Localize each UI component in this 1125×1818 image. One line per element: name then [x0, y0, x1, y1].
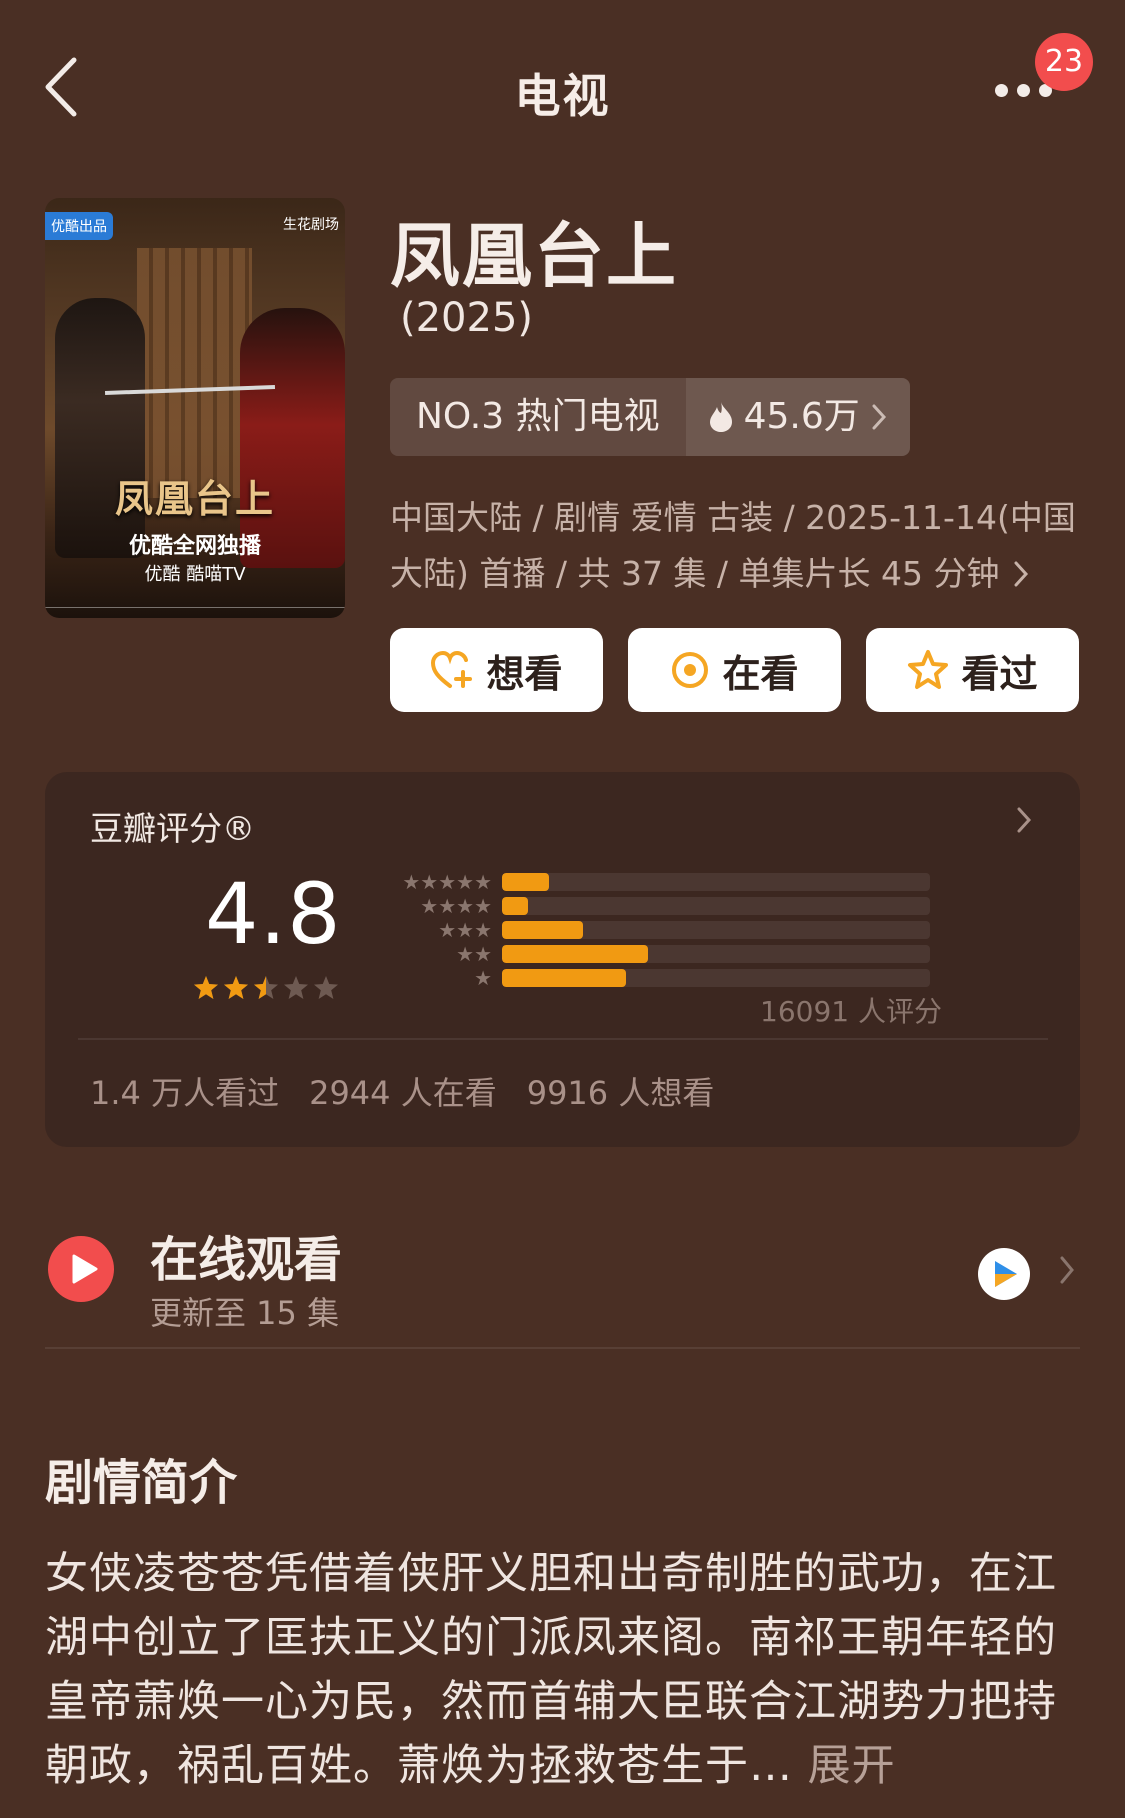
want-button[interactable]: 想看	[390, 628, 603, 712]
star-level-5: ★★★★★	[402, 870, 492, 894]
meta-line-1: 中国大陆 / 剧情 爱情 古装 / 2025-11-14(中国	[390, 498, 1076, 537]
chevron-right-icon	[1014, 561, 1028, 587]
heart-plus-icon	[431, 650, 473, 688]
star-level-3: ★★★	[438, 918, 492, 942]
rating-star-icon	[254, 976, 278, 999]
show-title: 凤凰台上	[390, 215, 678, 297]
rating-bar-4	[502, 897, 930, 915]
heat-indicator: 45.6万	[685, 378, 910, 456]
rating-bar-2	[502, 945, 930, 963]
expand-link[interactable]: 展开	[808, 1741, 896, 1791]
watching-button[interactable]: 在看	[628, 628, 841, 712]
poster-tag: 优酷出品	[45, 212, 113, 240]
rating-bar-fill	[502, 873, 550, 891]
chevron-right-icon	[1017, 807, 1032, 833]
star-level-labels: ★★★★★ ★★★★ ★★★ ★★ ★	[380, 870, 492, 990]
rating-star-icon	[224, 976, 248, 999]
synopsis-heading: 剧情简介	[45, 1455, 238, 1511]
poster-brand: 生花剧场	[283, 217, 339, 233]
watched-label: 看过	[961, 651, 1038, 696]
watching-label: 在看	[722, 651, 799, 696]
poster-door-art	[137, 248, 252, 498]
chevron-right-icon	[1060, 1256, 1074, 1284]
stat-watching: 2944 人在看	[309, 1074, 497, 1112]
star-level-1: ★	[474, 966, 492, 990]
target-icon	[672, 652, 709, 688]
youku-icon[interactable]	[978, 1248, 1030, 1300]
poster-footer-line	[45, 607, 345, 608]
page-title: 电视	[514, 69, 611, 123]
rating-bar-fill	[502, 969, 627, 987]
rating-bar-fill	[502, 897, 528, 915]
rating-distribution	[502, 873, 930, 993]
rating-bar-1	[502, 969, 930, 987]
want-label: 想看	[486, 651, 563, 696]
score-stars	[193, 975, 339, 1001]
play-triangle	[72, 1254, 98, 1284]
stat-watched: 1.4 万人看过	[90, 1074, 280, 1112]
star-level-4: ★★★★	[420, 894, 492, 918]
rating-score: 4.8	[205, 865, 342, 963]
play-icon[interactable]	[48, 1236, 114, 1302]
rating-bar-5	[502, 873, 930, 891]
poster-image[interactable]: 优酷出品 生花剧场 凤凰台上 优酷全网独播 优酷 酷喵TV	[45, 198, 345, 618]
rank-label: NO.3 热门电视	[390, 378, 686, 456]
rating-star-icon	[314, 976, 338, 999]
rating-label: 豆瓣评分®	[90, 809, 255, 848]
rank-pill[interactable]: NO.3 热门电视 45.6万	[390, 378, 910, 456]
online-watch-title[interactable]: 在线观看	[150, 1220, 342, 1290]
rating-bar-fill	[502, 921, 584, 939]
notification-badge: 23	[1035, 33, 1093, 91]
rating-star-icon	[284, 976, 308, 999]
heat-value: 45.6万	[743, 396, 860, 437]
watched-button[interactable]: 看过	[866, 628, 1079, 712]
star-level-2: ★★	[456, 942, 492, 966]
rating-bar-3	[502, 921, 930, 939]
divider	[78, 1038, 1048, 1040]
rating-star-icon	[194, 976, 218, 999]
stat-want: 9916 人想看	[526, 1074, 715, 1112]
fire-icon	[709, 402, 732, 432]
online-watch-chevron[interactable]	[1058, 1252, 1076, 1292]
rating-detail-chevron[interactable]	[1015, 805, 1033, 839]
star-icon	[908, 650, 949, 689]
show-meta[interactable]: 中国大陆 / 剧情 爱情 古装 / 2025-11-14(中国 大陆) 首播 /…	[390, 490, 1090, 602]
divider	[45, 1347, 1080, 1349]
show-year: (2025)	[400, 295, 534, 341]
poster-slogan: 优酷全网独播	[128, 534, 261, 559]
watch-stats: 1.4 万人看过 2944 人在看 9916 人想看	[90, 1068, 714, 1114]
synopsis-body: 女侠凌苍苍凭借着侠肝义胆和出奇制胜的武功，在江湖中创立了匡扶正义的门派凤来阁。南…	[45, 1549, 1057, 1791]
rating-count: 16091 人评分	[760, 995, 942, 1028]
online-watch-subtitle: 更新至 15 集	[150, 1294, 340, 1332]
poster-title: 凤凰台上	[114, 477, 275, 521]
poster-platforms: 优酷 酷喵TV	[144, 564, 246, 585]
chevron-right-icon	[872, 404, 886, 430]
synopsis-text: 女侠凌苍苍凭借着侠肝义胆和出奇制胜的武功，在江湖中创立了匡扶正义的门派凤来阁。南…	[45, 1542, 1090, 1798]
rating-bar-fill	[502, 945, 648, 963]
meta-line-2: 大陆) 首播 / 共 37 集 / 单集片长 45 分钟	[390, 554, 1000, 593]
